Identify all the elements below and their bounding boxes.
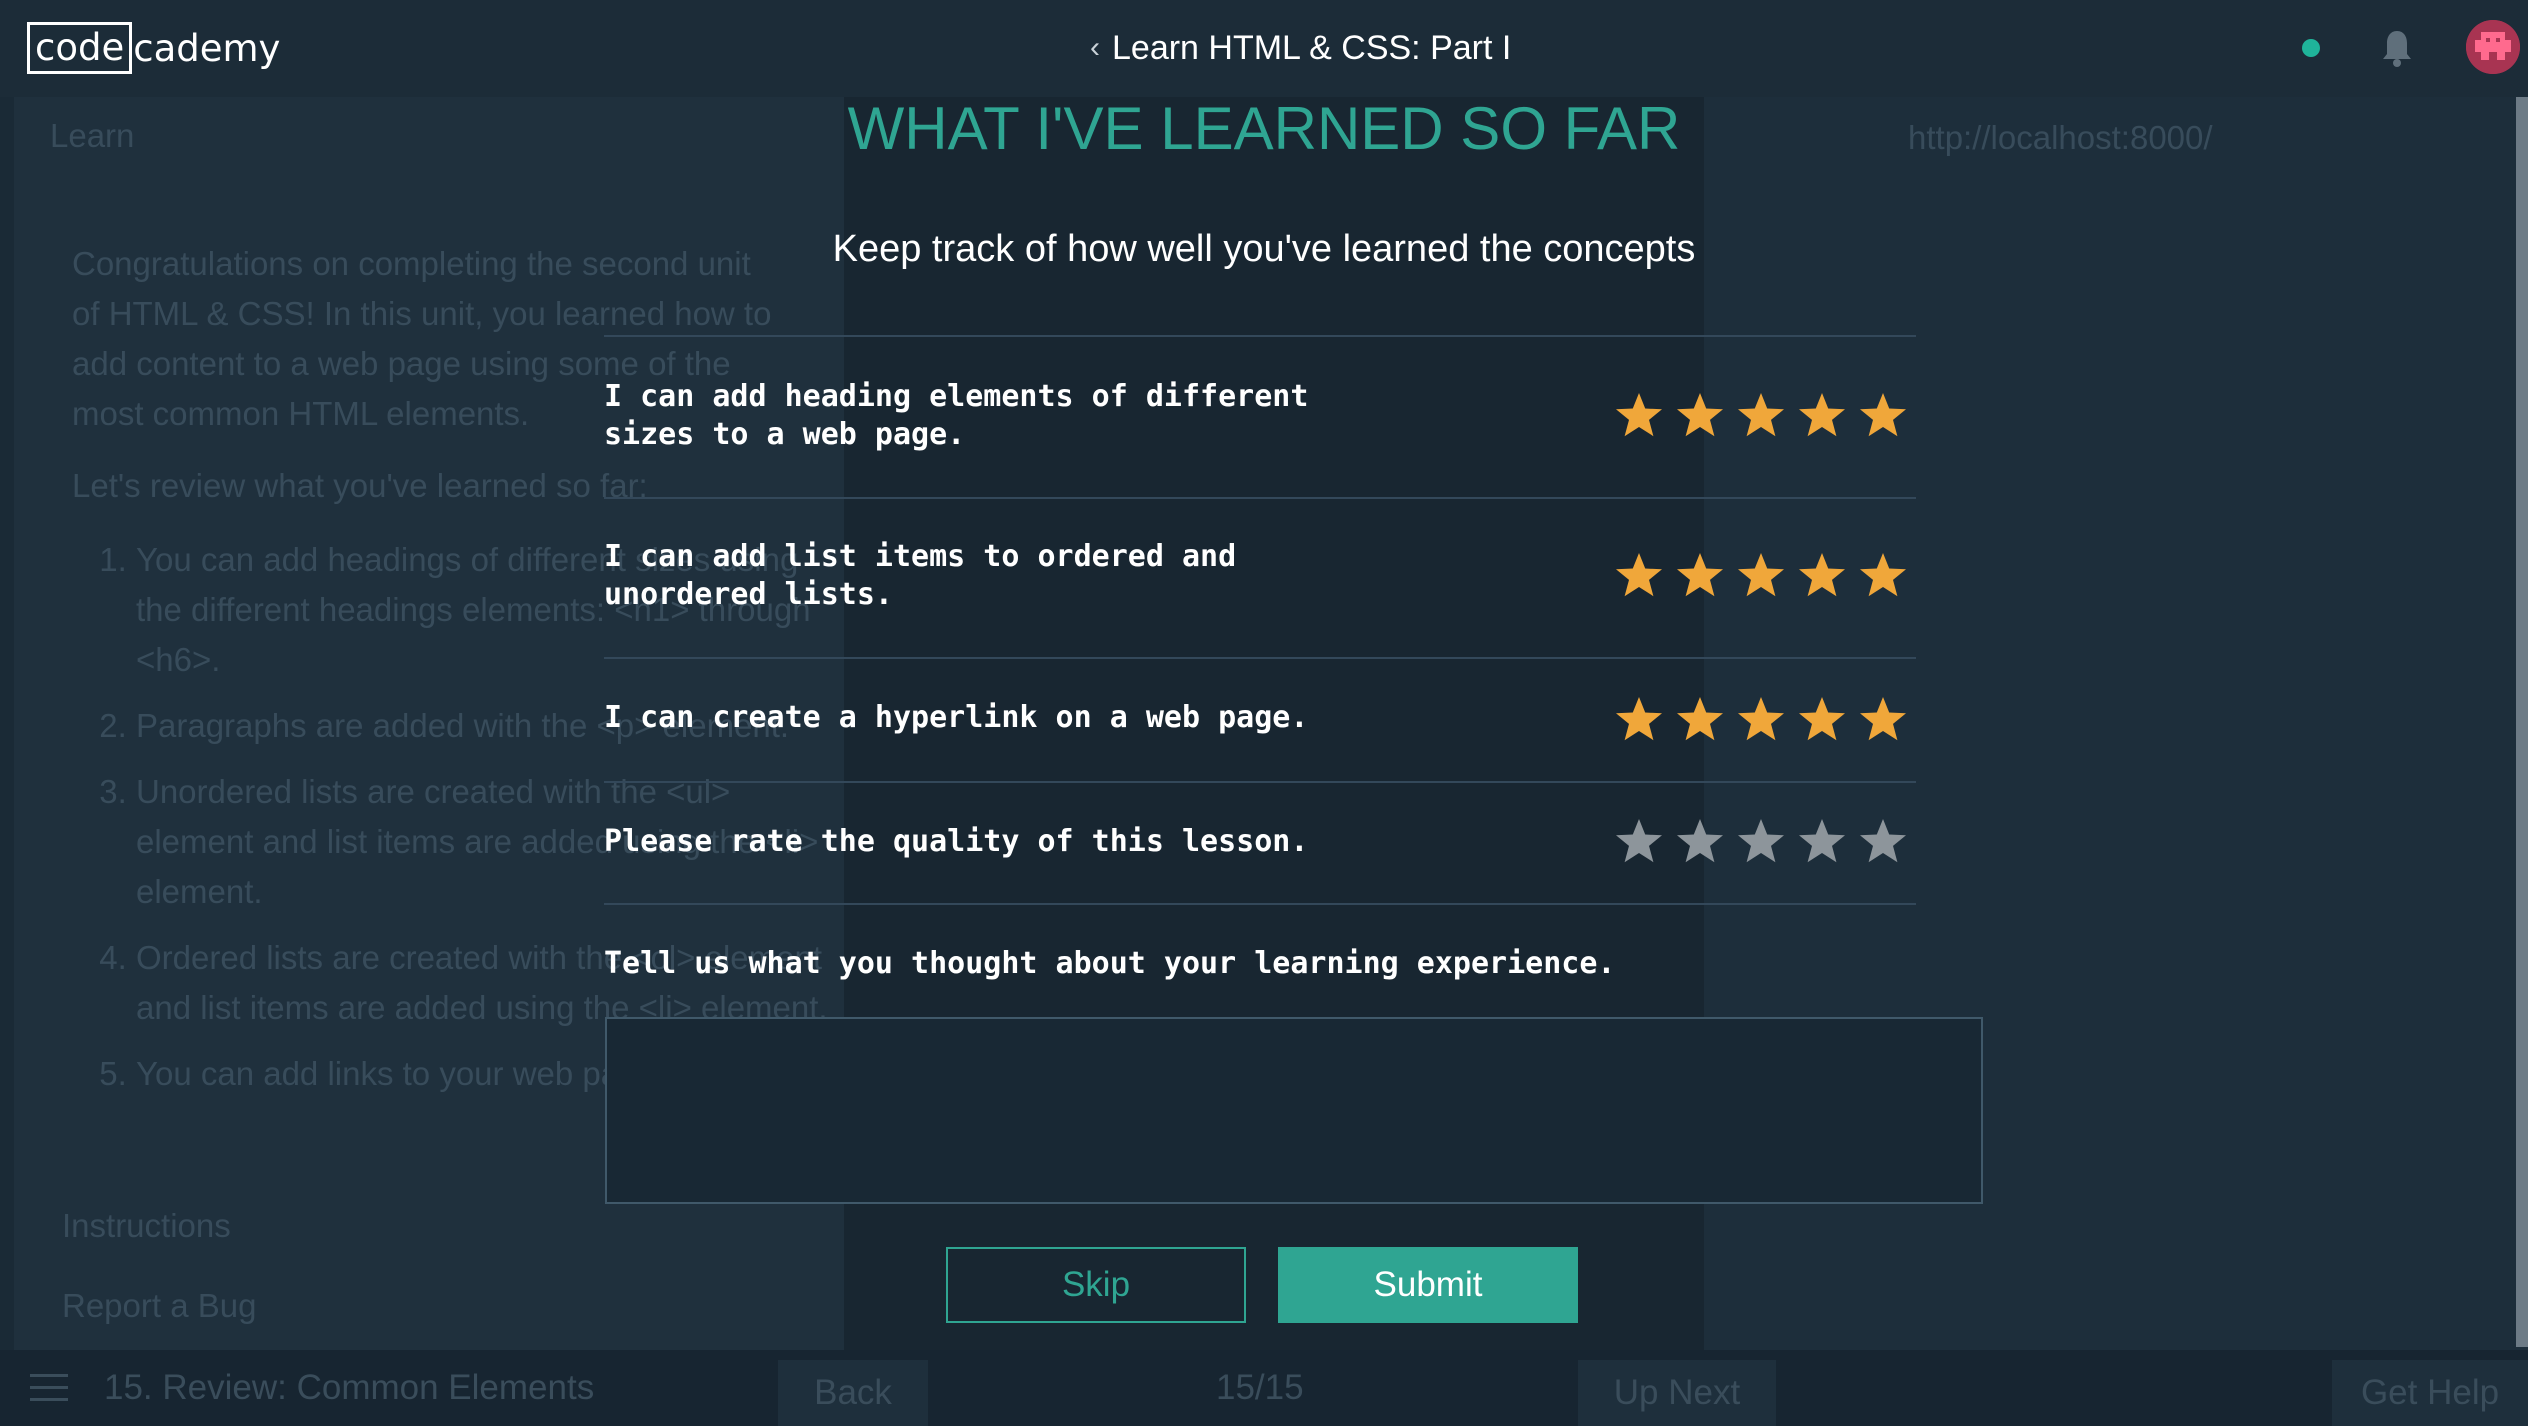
star-empty-icon[interactable]	[1736, 817, 1786, 867]
star-empty-icon[interactable]	[1797, 817, 1847, 867]
star-filled-icon[interactable]	[1858, 551, 1908, 601]
bell-icon[interactable]	[2380, 28, 2414, 68]
divider	[604, 781, 1916, 783]
divider	[604, 903, 1916, 905]
star-filled-icon[interactable]	[1797, 695, 1847, 745]
star-filled-icon[interactable]	[1736, 551, 1786, 601]
divider	[604, 657, 1916, 659]
divider	[604, 335, 1916, 337]
star-filled-icon[interactable]	[1797, 551, 1847, 601]
rating-label: I can create a hyperlink on a web page.	[604, 700, 1309, 735]
lesson-name: 15. Review: Common Elements	[104, 1368, 595, 1407]
lesson-progress: 15/15	[1216, 1368, 1304, 1407]
star-filled-icon[interactable]	[1614, 551, 1664, 601]
menu-icon[interactable]	[30, 1374, 68, 1402]
divider	[604, 497, 1916, 499]
online-status-dot-icon	[2302, 39, 2320, 57]
report-bug-label: Report a Bug	[62, 1287, 257, 1324]
modal-subtitle: Keep track of how well you've learned th…	[832, 228, 1696, 270]
rating-stars	[1614, 817, 1908, 867]
logo-code-box: code	[27, 22, 133, 74]
rating-label: I can add heading elements of different …	[604, 379, 1309, 452]
get-help-button[interactable]: Get Help	[2332, 1360, 2528, 1426]
rating-label: Please rate the quality of this lesson.	[604, 824, 1309, 859]
star-empty-icon[interactable]	[1858, 817, 1908, 867]
up-next-button[interactable]: Up Next	[1578, 1360, 1776, 1426]
star-filled-icon[interactable]	[1675, 551, 1725, 601]
logo-cademy-text: cademy	[133, 26, 281, 70]
star-empty-icon[interactable]	[1675, 817, 1725, 867]
rating-stars	[1614, 695, 1908, 745]
star-filled-icon[interactable]	[1675, 695, 1725, 745]
star-filled-icon[interactable]	[1858, 695, 1908, 745]
page-scrollbar[interactable]	[2516, 97, 2528, 1347]
star-filled-icon[interactable]	[1675, 391, 1725, 441]
feedback-label: Tell us what you thought about your lear…	[604, 946, 1616, 981]
course-title-link[interactable]: ‹ Learn HTML & CSS: Part I	[1090, 22, 1511, 74]
star-filled-icon[interactable]	[1736, 695, 1786, 745]
narrative-review-intro: Let's review what you've learned so far:	[72, 467, 648, 504]
bottom-bar: 15. Review: Common Elements Back 15/15 U…	[0, 1350, 2528, 1426]
course-title-text: Learn HTML & CSS: Part I	[1112, 28, 1512, 67]
user-avatar[interactable]	[2466, 20, 2520, 74]
star-filled-icon[interactable]	[1614, 391, 1664, 441]
chevron-left-icon: ‹	[1090, 31, 1100, 64]
top-nav-bar: code cademy ‹ Learn HTML & CSS: Part I	[0, 0, 2528, 97]
star-filled-icon[interactable]	[1614, 695, 1664, 745]
rating-stars	[1614, 391, 1908, 441]
star-filled-icon[interactable]	[1797, 391, 1847, 441]
modal-title: WHAT I'VE LEARNED SO FAR	[847, 95, 1681, 162]
instructions-label: Instructions	[62, 1207, 231, 1244]
star-empty-icon[interactable]	[1614, 817, 1664, 867]
star-filled-icon[interactable]	[1858, 391, 1908, 441]
star-filled-icon[interactable]	[1736, 391, 1786, 441]
rating-stars	[1614, 551, 1908, 601]
codecademy-logo[interactable]: code cademy	[27, 22, 280, 74]
skip-button[interactable]: Skip	[946, 1247, 1246, 1323]
feedback-textarea[interactable]	[605, 1017, 1983, 1204]
back-button[interactable]: Back	[778, 1360, 928, 1426]
submit-button[interactable]: Submit	[1278, 1247, 1578, 1323]
rating-label: I can add list items to ordered and unor…	[604, 539, 1237, 612]
